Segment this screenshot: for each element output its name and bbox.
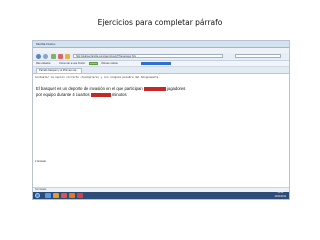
page-content: Contestar la opción correcta (Cualquiera… xyxy=(33,74,289,186)
blank-players-input[interactable] xyxy=(143,86,166,91)
home-icon[interactable] xyxy=(65,54,70,59)
slide-title: Ejercicios para completar párrafo xyxy=(97,18,223,27)
system-clock: 11:46 22/11/2012 xyxy=(275,192,286,199)
bookmark-green-button[interactable] xyxy=(89,62,98,65)
bookmark-blue-button[interactable] xyxy=(141,62,171,65)
firefox-icon[interactable] xyxy=(69,193,75,198)
sentence-2-end: minutos xyxy=(111,92,127,97)
powerpoint-icon[interactable] xyxy=(77,193,83,198)
page-heading: Contestar la opción correcta (Cualquiera… xyxy=(35,76,160,79)
media-player-icon[interactable] xyxy=(61,193,67,198)
windows-taskbar: 11:46 22/11/2012 xyxy=(33,192,289,199)
tab-bar: Parrafo basquet y el Pirimero tar... xyxy=(33,67,289,74)
sentence-2-start: por equipo durante 4 cuartos xyxy=(36,92,90,97)
navigation-bar: http://elabsenfamilia.com/ejercicios/g7/… xyxy=(33,53,289,61)
browser-screenshot: Mozilla Firefox Archivo Editar Ver Histo… xyxy=(32,40,290,200)
address-bar[interactable]: http://elabsenfamilia.com/ejercicios/g7/… xyxy=(73,54,223,58)
search-input[interactable] xyxy=(235,54,281,58)
clock-date: 22/11/2012 xyxy=(274,195,286,198)
sentence-1-end: jugadores xyxy=(166,86,186,91)
bookmark-most-visited[interactable]: Más visitados xyxy=(36,62,50,65)
start-button-icon[interactable] xyxy=(35,193,40,198)
done-link[interactable]: ir Estado xyxy=(35,159,46,163)
blank-minutes-input[interactable] xyxy=(90,92,111,97)
window-titlebar: Mozilla Firefox xyxy=(33,41,289,48)
reload-icon[interactable] xyxy=(51,54,56,59)
tab-active[interactable]: Parrafo basquet y el Pirimero tar... xyxy=(36,68,82,73)
bookmark-getting-started[interactable]: Comenzar a usar Firefox xyxy=(59,62,85,65)
window-title: Mozilla Firefox xyxy=(36,42,56,46)
paragraph: El basquet es un deporte de invasión en … xyxy=(36,86,196,98)
bookmark-latest-news[interactable]: Últimas noticias xyxy=(101,62,118,65)
sentence-1-start: El basquet es un deporte de invasión en … xyxy=(36,86,143,91)
stop-icon[interactable] xyxy=(58,54,63,59)
explorer-icon[interactable] xyxy=(45,193,51,198)
folder-icon[interactable] xyxy=(53,193,59,198)
forward-button-icon[interactable] xyxy=(43,54,48,59)
back-button-icon[interactable] xyxy=(36,54,41,59)
